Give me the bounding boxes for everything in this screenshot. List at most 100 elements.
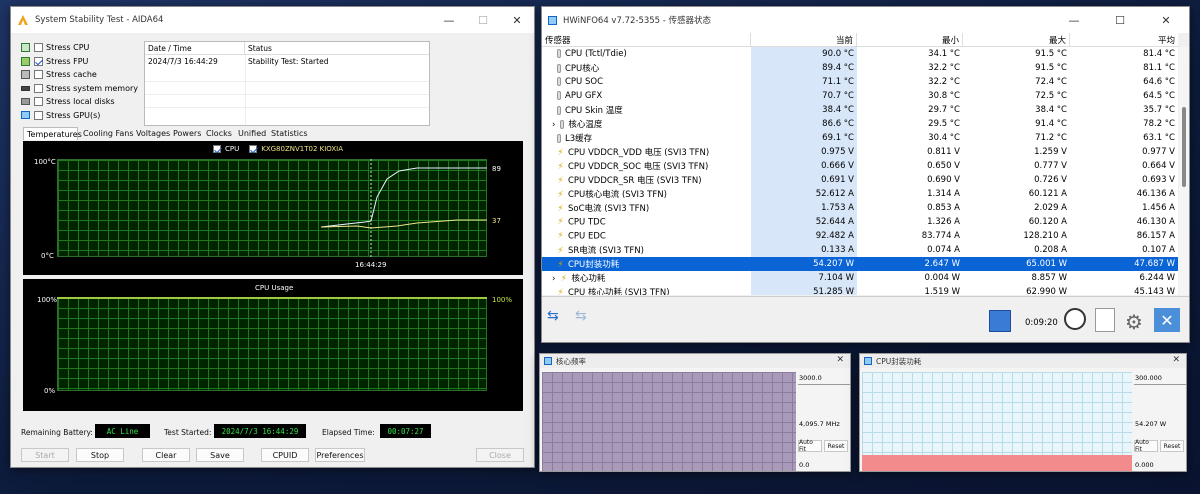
- sensor-row[interactable]: ⚡ CPU VDDCR_SR 电压 (SVI3 TFN) 0.691 V 0.690 …: [542, 173, 1178, 187]
- sensor-name-cell: ⚡ SR电流 (SVI3 TFN): [542, 243, 751, 257]
- tab-clocks[interactable]: Clocks: [206, 129, 232, 138]
- clock-icon[interactable]: [1064, 308, 1086, 330]
- header-max[interactable]: 最大: [963, 33, 1070, 46]
- sensor-row[interactable]: › ⚡ 核心功耗 7.104 W 0.004 W 8.857 W 6.244 W: [542, 271, 1178, 285]
- stress-memory-option[interactable]: Stress system memory: [21, 82, 141, 96]
- sensor-row[interactable]: ⚡ CPU 核心功耗 (SVI3 TFN) 51.285 W 1.519 W 62.99…: [542, 285, 1178, 295]
- stress-gpu-checkbox[interactable]: [34, 110, 43, 120]
- stress-memory-checkbox[interactable]: [34, 83, 43, 93]
- tab-cooling-fans[interactable]: Cooling Fans: [83, 129, 134, 138]
- stress-fpu-checkbox[interactable]: [34, 56, 43, 66]
- clear-button[interactable]: Clear: [142, 448, 190, 462]
- sensor-row[interactable]: ⚡ CPU封装功耗 54.207 W 2.647 W 65.001 W 47.687 W: [542, 257, 1178, 271]
- thermometer-icon: [557, 77, 561, 86]
- stress-cpu-option[interactable]: Stress CPU: [21, 41, 141, 55]
- sensor-name-cell: CPU SOC: [542, 75, 751, 89]
- sensor-row[interactable]: ⚡ CPU VDDCR_SOC 电压 (SVI3 TFN) 0.666 V 0.650…: [542, 159, 1178, 173]
- graph2-close-icon[interactable]: ✕: [1172, 355, 1180, 365]
- arrows-right-icon[interactable]: ⇆: [575, 308, 587, 324]
- usage-graph-title: CPU Usage: [255, 284, 294, 292]
- stress-fpu-option[interactable]: Stress FPU: [21, 55, 141, 69]
- sensor-row[interactable]: CPU SOC 71.1 °C 32.2 °C 72.4 °C 64.6 °C: [542, 75, 1178, 89]
- log-header-status[interactable]: Status: [245, 42, 275, 54]
- sensor-avg-value: 81.1 °C: [1143, 63, 1175, 73]
- sensor-row[interactable]: ⚡ CPU TDC 52.644 A 1.326 A 60.120 A 46.130 A: [542, 215, 1178, 229]
- sensor-name-cell: ⚡ CPU VDDCR_SOC 电压 (SVI3 TFN): [542, 159, 751, 173]
- close-x-icon[interactable]: ✕: [1154, 308, 1180, 332]
- arrows-left-right-icon[interactable]: ⇆: [547, 308, 559, 324]
- tab-unified[interactable]: Unified: [238, 129, 266, 138]
- graph1-auto-fit-button[interactable]: Auto Fit: [798, 439, 822, 453]
- sensor-max-value: 72.4 °C: [1035, 77, 1067, 87]
- sensor-row[interactable]: CPU核心 89.4 °C 32.2 °C 91.5 °C 81.1 °C: [542, 61, 1178, 75]
- stop-button[interactable]: Stop: [76, 448, 124, 462]
- graph2-title: CPU封装功耗: [876, 356, 922, 366]
- disk-temp-value: 37: [492, 217, 501, 225]
- thermometer-icon: [557, 91, 561, 100]
- elapsed-time-label: Elapsed Time:: [322, 428, 375, 437]
- stress-cache-option[interactable]: Stress cache: [21, 68, 141, 82]
- maximize-button[interactable]: ☐: [466, 7, 500, 33]
- tab-powers[interactable]: Powers: [173, 129, 201, 138]
- sensor-row[interactable]: ⚡ CPU核心电流 (SVI3 TFN) 52.612 A 1.314 A 60.121…: [542, 187, 1178, 201]
- graph1-titlebar[interactable]: 核心频率 ✕: [540, 354, 850, 368]
- stress-gpu-option[interactable]: Stress GPU(s): [21, 109, 141, 123]
- scrollbar-thumb[interactable]: [1182, 107, 1186, 187]
- sensor-row[interactable]: ⚡ CPU VDDCR_VDD 电压 (SVI3 TFN) 0.975 V 0.811…: [542, 145, 1178, 159]
- sensor-row[interactable]: APU GFX 70.7 °C 30.8 °C 72.5 °C 64.5 °C: [542, 89, 1178, 103]
- sensor-avg-value: 63.1 °C: [1143, 133, 1175, 143]
- graph2-reset-button[interactable]: Reset: [1160, 440, 1184, 452]
- sensor-row[interactable]: › 核心温度 86.6 °C 29.5 °C 91.4 °C 78.2 °C: [542, 117, 1178, 131]
- preferences-button[interactable]: Preferences: [315, 448, 365, 462]
- sensor-avg-value: 86.157 A: [1136, 231, 1175, 241]
- close-dialog-button[interactable]: Close: [476, 448, 524, 462]
- stress-cpu-checkbox[interactable]: [34, 43, 43, 53]
- sensor-row[interactable]: L3缓存 69.1 °C 30.4 °C 71.2 °C 63.1 °C: [542, 131, 1178, 145]
- legend-cpu-checkbox[interactable]: [213, 145, 221, 153]
- graph1-reset-button[interactable]: Reset: [824, 440, 848, 452]
- close-button[interactable]: ✕: [500, 7, 534, 33]
- tab-voltages[interactable]: Voltages: [136, 129, 170, 138]
- tab-statistics[interactable]: Statistics: [271, 129, 308, 138]
- expand-chevron-icon[interactable]: ›: [552, 274, 555, 284]
- header-avg[interactable]: 平均: [1070, 33, 1178, 46]
- save-button[interactable]: Save: [196, 448, 244, 462]
- minimize-button[interactable]: —: [432, 7, 466, 33]
- thermometer-icon: [557, 106, 561, 115]
- graph2-titlebar[interactable]: CPU封装功耗 ✕: [860, 354, 1186, 368]
- sensor-row[interactable]: CPU (Tctl/Tdie) 90.0 °C 34.1 °C 91.5 °C 81.4…: [542, 47, 1178, 61]
- tab-temperatures[interactable]: Temperatures: [23, 127, 82, 140]
- graph1-close-icon[interactable]: ✕: [836, 355, 844, 365]
- sensor-row[interactable]: ⚡ CPU EDC 92.482 A 83.774 A 128.210 A 86.157 …: [542, 229, 1178, 243]
- stress-disks-checkbox[interactable]: [34, 97, 43, 107]
- aida64-titlebar[interactable]: System Stability Test - AIDA64 — ☐ ✕: [11, 7, 534, 33]
- cpuid-button[interactable]: CPUID: [261, 448, 309, 462]
- header-sensor[interactable]: 传感器: [542, 33, 751, 46]
- close-button[interactable]: ✕: [1143, 7, 1189, 33]
- hwinfo-title: HWiNFO64 v7.72-5355 - 传感器状态: [563, 16, 712, 26]
- sensor-max-value: 72.5 °C: [1035, 91, 1067, 101]
- log-header-date[interactable]: Date / Time: [145, 42, 245, 54]
- header-current[interactable]: 当前: [751, 33, 857, 46]
- graph2-auto-fit-button[interactable]: Auto Fit: [1134, 439, 1158, 453]
- sensor-row[interactable]: CPU Skin 温度 38.4 °C 29.7 °C 38.4 °C 35.7 °C: [542, 103, 1178, 117]
- graph1-title: 核心频率: [556, 356, 586, 366]
- maximize-button[interactable]: ☐: [1097, 7, 1143, 33]
- stress-disks-option[interactable]: Stress local disks: [21, 95, 141, 109]
- settings-gear-icon[interactable]: ⚙: [1125, 310, 1143, 334]
- sensor-name: 核心温度: [568, 120, 603, 130]
- report-icon[interactable]: [1095, 308, 1115, 332]
- network-icon[interactable]: [989, 310, 1011, 332]
- expand-chevron-icon[interactable]: ›: [552, 120, 555, 130]
- header-min[interactable]: 最小: [857, 33, 963, 46]
- legend-disk-checkbox[interactable]: [249, 145, 258, 153]
- sensor-name-cell: › ⚡ 核心功耗: [542, 271, 751, 285]
- sensor-row[interactable]: ⚡ SR电流 (SVI3 TFN) 0.133 A 0.074 A 0.208 A 0.1…: [542, 243, 1178, 257]
- sensor-row[interactable]: ⚡ SoC电流 (SVI3 TFN) 1.753 A 0.853 A 2.029 A 1.…: [542, 201, 1178, 215]
- start-button[interactable]: Start: [21, 448, 69, 462]
- hwinfo-titlebar[interactable]: HWiNFO64 v7.72-5355 - 传感器状态 — ☐ ✕: [542, 7, 1189, 33]
- sensor-scrollbar[interactable]: [1179, 47, 1189, 295]
- minimize-button[interactable]: —: [1051, 7, 1097, 33]
- stress-cache-checkbox[interactable]: [34, 70, 43, 80]
- monitor-icon: [21, 111, 30, 120]
